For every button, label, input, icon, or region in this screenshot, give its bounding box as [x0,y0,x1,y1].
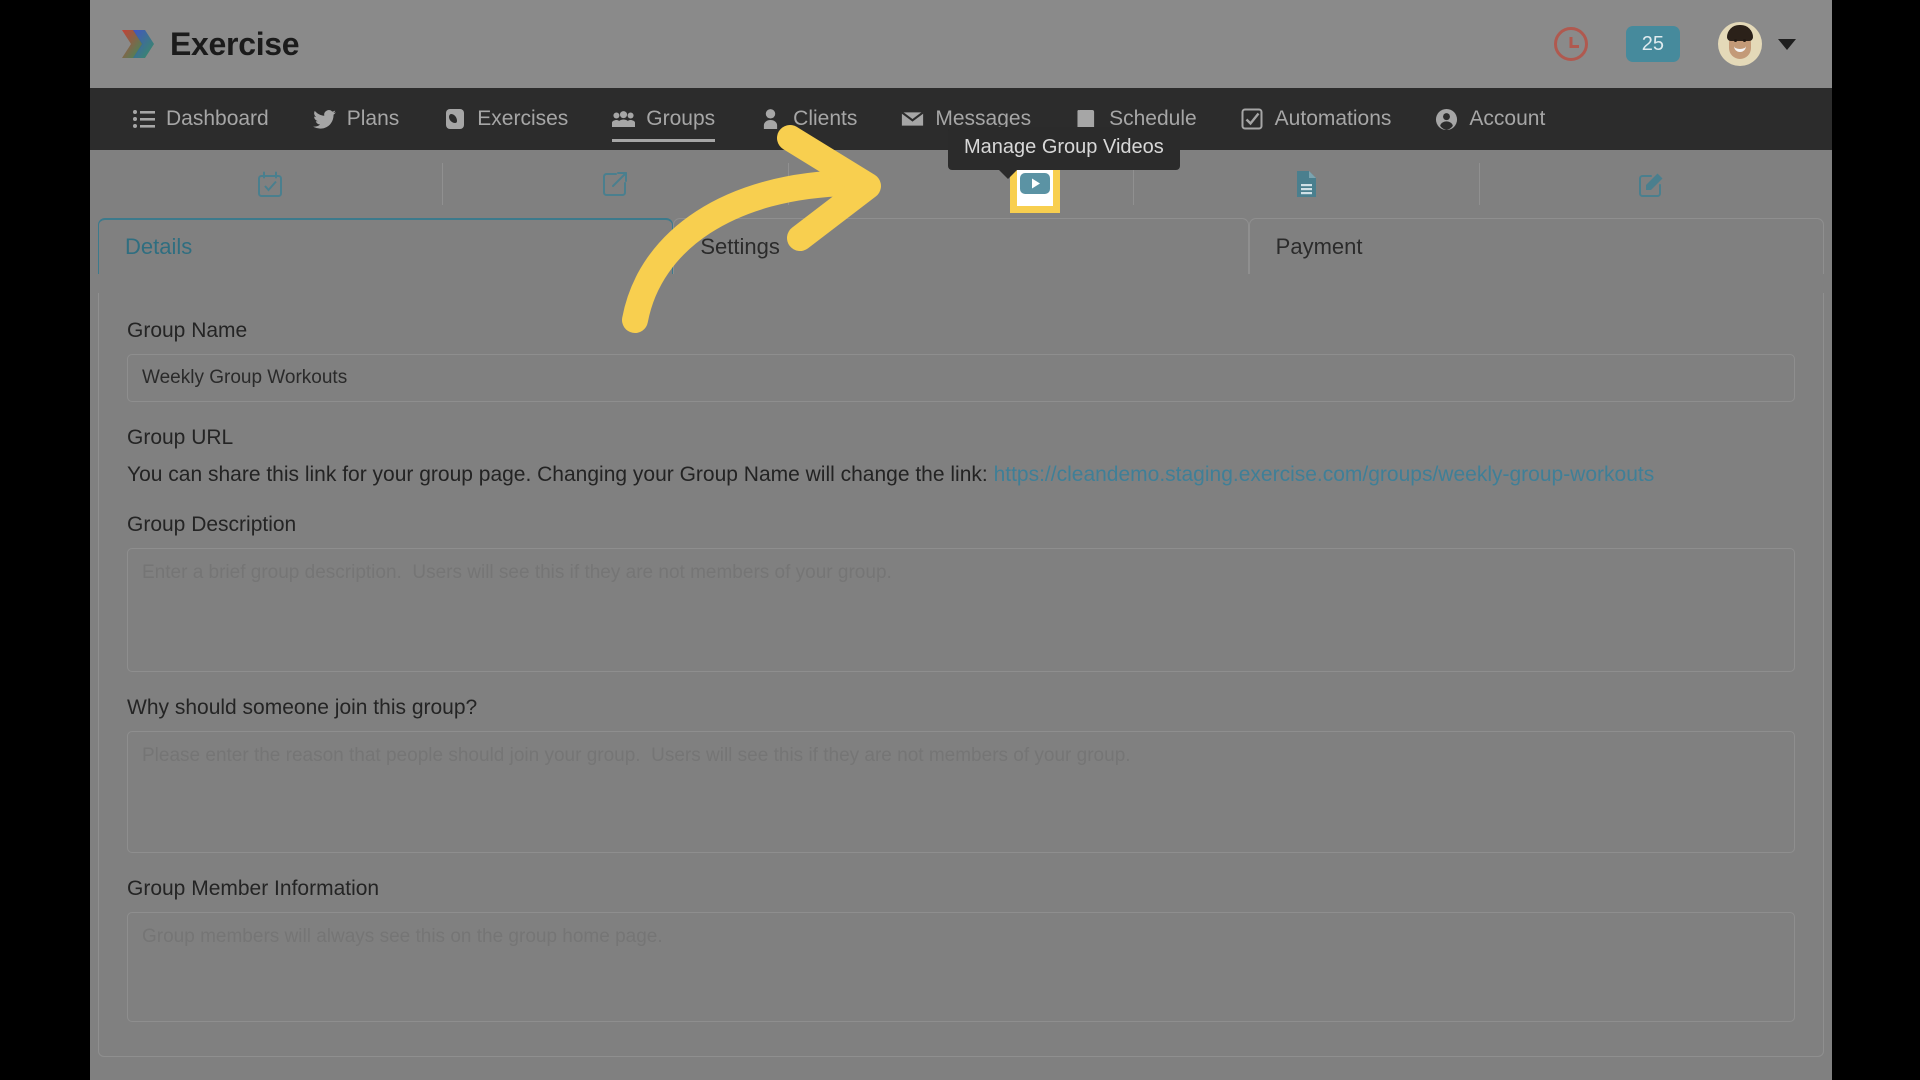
nav-label: Groups [646,107,716,130]
tab-label: Settings [700,233,780,259]
group-name-label: Group Name [127,319,248,342]
account-menu[interactable] [1718,22,1796,66]
tab-details[interactable]: Details [98,218,674,274]
group-url-helper: You can share this link for your group p… [127,461,1795,489]
brand-logo-area[interactable]: Exercise [118,25,300,63]
group-description-label: Group Description [127,512,297,536]
nav-item-plans[interactable]: Plans [291,88,422,150]
group-description-textarea[interactable] [127,547,1795,672]
nav-label: Exercises [477,107,569,130]
join-reason-textarea[interactable] [127,730,1795,853]
user-circle-icon [1435,108,1458,131]
toolbar-external-link-button[interactable] [443,163,789,205]
user-avatar [1718,22,1762,66]
field-group-url: Group URL You can share this link for yo… [127,426,1795,489]
nav-item-automations[interactable]: Automations [1219,88,1414,150]
users-icon [612,108,636,131]
nav-label: Dashboard [166,107,269,130]
chevron-down-icon[interactable] [1778,38,1796,50]
phone-icon [443,108,466,131]
group-tabs: Details Settings Payment [90,218,1832,274]
nav-item-groups[interactable]: Groups [590,88,737,150]
toolbar-documents-button[interactable] [1134,163,1480,205]
field-member-information: Group Member Information [127,877,1795,1022]
tab-label: Details [125,234,193,259]
group-url-link[interactable]: https://cleandemo.staging.exercise.com/g… [994,463,1655,486]
tooltip-text: Manage Group Videos [964,136,1164,158]
envelope-icon [901,108,925,131]
toolbar-edit-group-button[interactable] [1480,163,1824,205]
nav-item-exercises[interactable]: Exercises [421,88,590,150]
nav-item-clients[interactable]: Clients [737,88,879,150]
field-group-description: Group Description [127,513,1795,672]
tab-settings[interactable]: Settings [673,218,1249,274]
nav-item-dashboard[interactable]: Dashboard [110,88,291,150]
video-play-icon [1020,172,1050,199]
file-document-icon [1294,170,1318,198]
group-url-label: Group URL [127,426,234,449]
member-information-label: Group Member Information [127,876,380,900]
member-information-textarea[interactable] [127,911,1795,1022]
toolbar-calendar-check-button[interactable] [98,163,444,205]
clock-icon[interactable] [1553,27,1588,61]
calendar-check-icon [257,171,283,198]
nav-label: Automations [1274,107,1392,130]
nav-label: Account [1469,107,1546,130]
bird-icon [312,108,336,131]
brand-bar-actions: 25 [1553,22,1796,66]
nav-label: Clients [793,107,858,130]
application-window: Exercise 25 Dashboard Plans Exercises Gr… [90,0,1832,1080]
group-details-form: Group Name Group URL You can share this … [98,293,1824,1057]
tab-label: Payment [1275,233,1363,259]
field-group-name: Group Name [127,319,1795,402]
nav-item-account[interactable]: Account [1413,88,1567,150]
list-icon [132,108,155,131]
group-url-helper-text: You can share this link for your group p… [127,463,994,486]
group-name-input[interactable] [127,354,1795,402]
notification-count-badge[interactable]: 25 [1625,26,1680,62]
pencil-square-icon [1638,171,1665,198]
external-link-icon [602,171,629,198]
brand-name: Exercise [170,25,300,62]
join-reason-label: Why should someone join this group? [127,695,478,719]
chevron-stack-logo-icon [118,25,156,63]
brand-bar: Exercise 25 [90,0,1832,88]
field-join-reason: Why should someone join this group? [127,696,1795,853]
tab-payment[interactable]: Payment [1248,218,1824,274]
nav-label: Plans [346,107,400,130]
screenshot-stage: Exercise 25 Dashboard Plans Exercises Gr… [0,0,1920,1080]
tooltip-manage-group-videos: Manage Group Videos [948,127,1180,179]
person-icon [759,108,782,131]
check-square-icon [1241,108,1264,131]
